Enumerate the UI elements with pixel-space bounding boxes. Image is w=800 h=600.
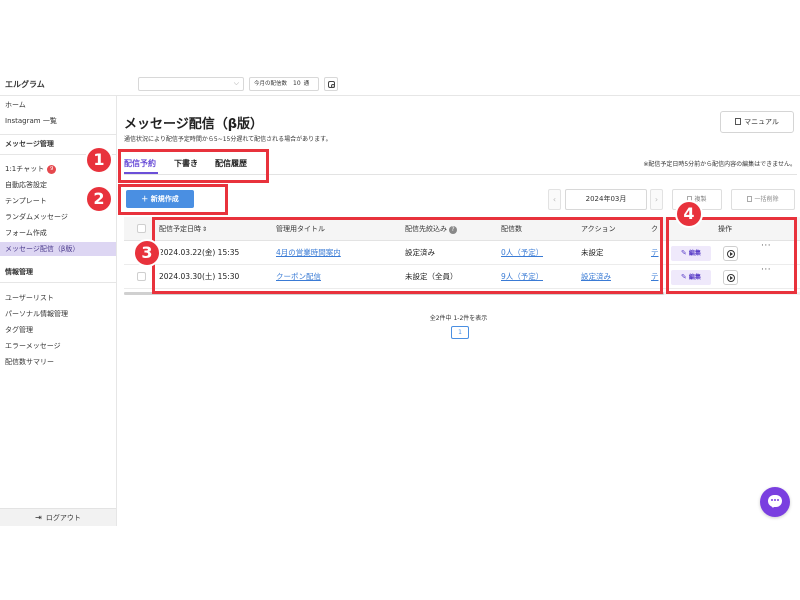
instagram-icon (328, 81, 335, 88)
sidebar-item-form[interactable]: フォーム作成 (0, 226, 116, 240)
book-icon (735, 118, 742, 125)
select-all-checkbox[interactable] (137, 224, 146, 233)
quota-unit: 通 (303, 81, 310, 87)
sidebar-item-instagram[interactable]: Instagram 一覧 (0, 114, 116, 128)
bulk-delete-label: 一括削除 (754, 196, 779, 203)
annotation-marker-3: 3 (133, 239, 161, 267)
sidebar-item-broadcast[interactable]: メッセージ配信（β版） (0, 242, 116, 256)
sidebar-item-home[interactable]: ホーム (0, 98, 116, 112)
sidebar-divider (0, 134, 116, 135)
trash-icon (747, 196, 753, 202)
pagination-page[interactable]: 1 (451, 326, 469, 339)
row-checkbox[interactable] (137, 272, 146, 281)
app-screen: エルグラム ⌵ 今月の配信数 10 通 ホーム Instagram 一覧 メッセージ… (0, 72, 800, 526)
page-subtitle: 通信状況により配信予定時間から5~15分遅れて配信される場合があります。 (124, 136, 332, 143)
logout-icon: ⇥ (35, 513, 42, 522)
sidebar-item-summary[interactable]: 配信数サマリー (0, 355, 116, 369)
annotation-marker-4: 4 (675, 200, 703, 228)
prev-month-button[interactable]: ‹ (548, 189, 561, 210)
chevron-left-icon: ‹ (552, 195, 557, 204)
sidebar-item-users[interactable]: ユーザーリスト (0, 291, 116, 305)
logout-label: ログアウト (45, 514, 81, 522)
sidebar-section-info: 情報管理 (5, 268, 33, 276)
quota-label: 今月の配信数 (254, 81, 288, 87)
bulk-delete-button[interactable]: 一括削除 (731, 189, 795, 210)
unread-badge: 9 (47, 165, 57, 174)
sidebar-item-errors[interactable]: エラーメッセージ (0, 339, 116, 353)
instagram-button[interactable] (324, 77, 338, 91)
result-count: 全2件中 1-2件を表示 (429, 315, 488, 322)
annotation-box-2 (118, 184, 228, 215)
sidebar-divider (0, 282, 116, 283)
brand-logo: エルグラム (5, 80, 45, 89)
annotation-marker-2: 2 (85, 185, 113, 213)
chevron-right-icon: › (654, 195, 659, 204)
annotation-marker-1: 1 (85, 146, 113, 174)
page-title: メッセージ配信（β版） (124, 117, 264, 132)
chat-widget-button[interactable] (760, 487, 790, 517)
manual-button[interactable]: マニュアル (720, 111, 794, 133)
sidebar-item-label: 1:1チャット (5, 165, 45, 173)
month-picker[interactable]: 2024年03月 (565, 189, 647, 210)
account-select[interactable]: ⌵ (138, 77, 244, 91)
monthly-quota: 今月の配信数 10 通 (249, 77, 319, 91)
sidebar-item-tags[interactable]: タグ管理 (0, 323, 116, 337)
next-month-button[interactable]: › (650, 189, 663, 210)
top-bar: エルグラム ⌵ 今月の配信数 10 通 (0, 72, 800, 96)
annotation-box-1 (118, 149, 269, 183)
annotation-box-4 (666, 217, 797, 294)
quota-value: 10 (293, 80, 301, 87)
logout-button[interactable]: ⇥ ログアウト (0, 508, 116, 526)
chevron-down-icon: ⌵ (233, 79, 239, 87)
sidebar-item-personal[interactable]: パーソナル情報管理 (0, 307, 116, 321)
annotation-box-3 (152, 217, 663, 294)
edit-deadline-note: ※配信予定日時5分前から配信内容の編集はできません。 (643, 161, 796, 168)
manual-label: マニュアル (744, 118, 779, 126)
